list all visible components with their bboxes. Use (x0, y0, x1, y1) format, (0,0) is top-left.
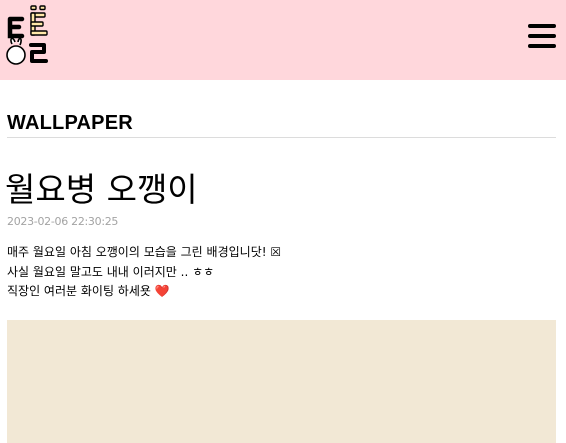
heart-icon: ❤️ (154, 284, 170, 298)
bunny-logo-icon (6, 5, 48, 65)
site-logo[interactable] (6, 4, 56, 68)
post-body-line-text: 직장인 여러분 화이팅 하세욧 (7, 284, 151, 298)
category-title[interactable]: WALLPAPER (7, 112, 133, 135)
category-divider (7, 137, 556, 138)
hamburger-menu-button[interactable] (528, 24, 556, 49)
post-image[interactable] (7, 320, 556, 443)
post-body-line: 직장인 여러분 화이팅 하세욧 ❤️ (7, 282, 281, 302)
post-title: 월요병 오깽이 (5, 170, 198, 209)
post-body-line: 사실 월요일 말고도 내내 이러지만 .. ㅎㅎ (7, 264, 215, 279)
menu-bar (528, 24, 556, 28)
site-header (0, 0, 566, 80)
menu-bar (528, 34, 556, 38)
post-body: 매주 월요일 아침 오깽이의 모습을 그린 배경입니닷! ☒ 사실 월요일 말고… (7, 243, 281, 302)
post-date: 2023-02-06 22:30:25 (7, 215, 119, 228)
post-body-line: 매주 월요일 아침 오깽이의 모습을 그린 배경입니닷! ☒ (7, 245, 282, 259)
menu-bar (528, 44, 556, 48)
